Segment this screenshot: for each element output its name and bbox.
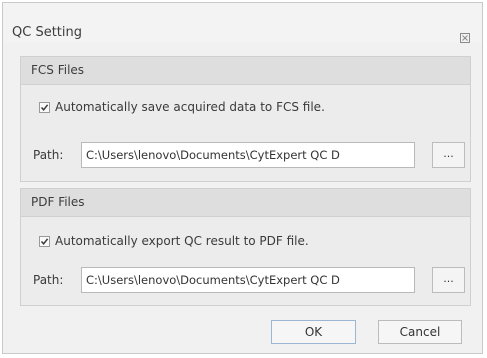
cancel-button[interactable]: Cancel (378, 320, 462, 344)
close-icon[interactable] (460, 28, 470, 43)
fcs-path-label: Path: (33, 148, 64, 162)
dialog-title: QC Setting (12, 25, 82, 40)
pdf-section-header: PDF Files (21, 189, 470, 217)
pdf-browse-button[interactable]: ... (432, 267, 465, 293)
auto-save-fcs-checkbox[interactable] (39, 102, 50, 113)
dialog-titlebar: QC Setting (3, 3, 482, 43)
auto-save-fcs-label: Automatically save acquired data to FCS … (55, 100, 325, 114)
auto-export-pdf-label: Automatically export QC result to PDF fi… (55, 234, 309, 248)
fcs-browse-button[interactable]: ... (432, 142, 465, 168)
fcs-files-section: FCS Files Automatically save acquired da… (20, 56, 471, 182)
qc-setting-dialog: QC Setting FCS Files Automatically save … (2, 2, 483, 354)
pdf-path-label: Path: (33, 273, 64, 287)
pdf-section-title: PDF Files (31, 195, 85, 209)
fcs-path-input[interactable]: C:\Users\lenovo\Documents\CytExpert QC D (81, 142, 415, 168)
pdf-path-input[interactable]: C:\Users\lenovo\Documents\CytExpert QC D (81, 267, 415, 293)
ok-button[interactable]: OK (271, 320, 356, 344)
fcs-section-header: FCS Files (21, 57, 470, 85)
fcs-section-title: FCS Files (31, 63, 85, 77)
auto-export-pdf-checkbox[interactable] (39, 236, 50, 247)
pdf-files-section: PDF Files Automatically export QC result… (20, 188, 471, 306)
checkmark-icon (40, 104, 49, 111)
checkmark-icon (40, 238, 49, 245)
